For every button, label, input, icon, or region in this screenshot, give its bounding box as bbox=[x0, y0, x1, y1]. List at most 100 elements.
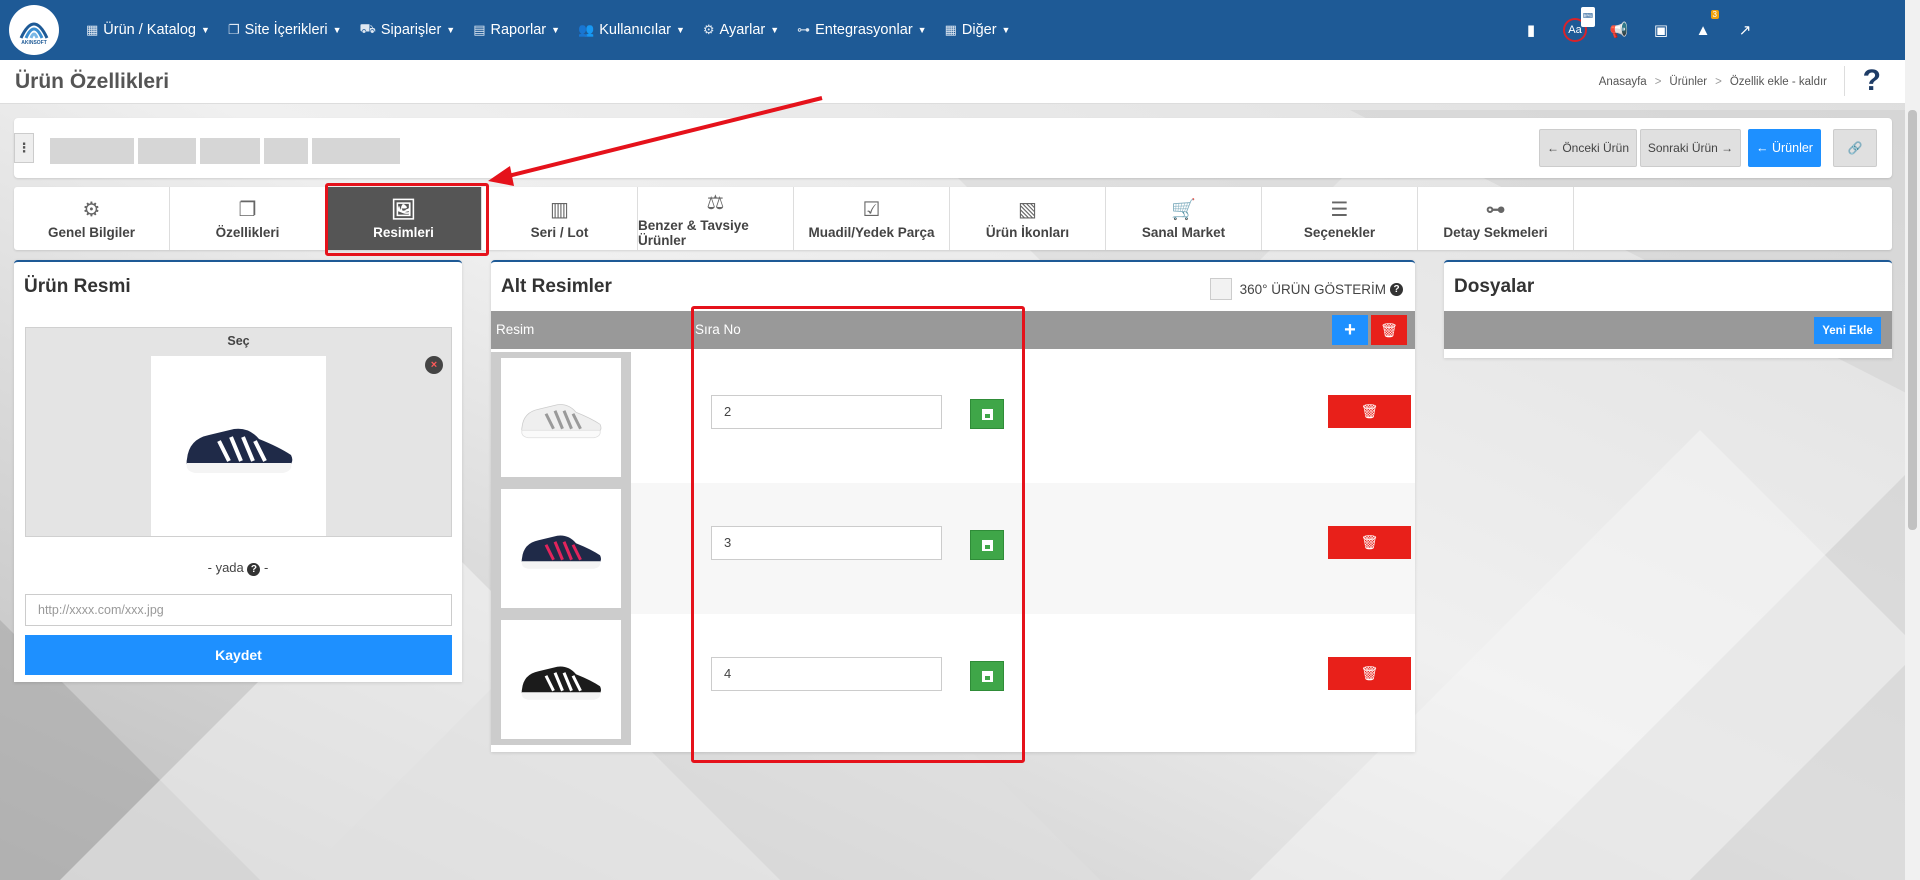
delete-image-button[interactable]: 🗑 bbox=[1328, 395, 1411, 428]
column-header-image: Resim bbox=[496, 322, 535, 337]
product-name-blurred bbox=[50, 138, 400, 164]
book-icon[interactable]: ▮ bbox=[1521, 21, 1541, 39]
divider bbox=[1844, 66, 1845, 96]
thumbnail-cell bbox=[491, 352, 631, 483]
tab-detay-sekmeleri[interactable]: ⊶ Detay Sekmeleri bbox=[1418, 187, 1574, 250]
add-image-button[interactable]: + bbox=[1332, 315, 1368, 345]
help-icon[interactable]: ? bbox=[1863, 64, 1881, 98]
360-view-toggle[interactable]: 360° ÜRÜN GÖSTERİM ? bbox=[1209, 278, 1403, 300]
file-chart-icon: ▤ bbox=[473, 22, 486, 37]
previous-product-button[interactable]: ← Önceki Ürün bbox=[1539, 129, 1637, 167]
menu-diger[interactable]: ▦ Diğer ▼ bbox=[945, 22, 1011, 38]
page-title-bar: Ürün Özellikleri Anasayfa > Ürünler > Öz… bbox=[0, 60, 1905, 104]
scrollbar-thumb[interactable] bbox=[1908, 110, 1917, 530]
menu-ayarlar[interactable]: ⚙ Ayarlar ▼ bbox=[703, 22, 779, 38]
logo-mark-icon bbox=[19, 22, 49, 39]
menu-siparisler[interactable]: ⛟ Siparişler ▼ bbox=[360, 21, 456, 39]
tab-seri-lot[interactable]: ▥ Seri / Lot bbox=[482, 187, 638, 250]
tab-genel-bilgiler[interactable]: ⚙ Genel Bilgiler bbox=[14, 187, 170, 250]
tab-sanal-market[interactable]: 🛒 Sanal Market bbox=[1106, 187, 1262, 250]
arrow-left-icon: ← bbox=[1756, 141, 1772, 155]
windows-icon[interactable]: ▣ bbox=[1651, 21, 1671, 39]
menu-site-icerikleri[interactable]: ❐ Site İçerikleri ▼ bbox=[228, 22, 342, 38]
image-url-input[interactable]: http://xxxx.com/xxx.jpg bbox=[25, 594, 452, 626]
highlight-box-tab bbox=[325, 183, 489, 256]
blurred-block bbox=[264, 138, 308, 164]
tab-secenekler[interactable]: ☰ Seçenekler bbox=[1262, 187, 1418, 250]
gears-icon: ⚙ bbox=[702, 22, 715, 37]
copy-icon: ❐ bbox=[227, 22, 240, 37]
menu-raporlar[interactable]: ▤ Raporlar ▼ bbox=[473, 22, 560, 38]
products-button[interactable]: ← Ürünler bbox=[1748, 129, 1821, 167]
file-image-icon: ▧ bbox=[1018, 199, 1037, 221]
caret-down-icon: ▼ bbox=[201, 25, 210, 35]
balance-icon: ⚖ bbox=[706, 191, 725, 214]
next-product-button[interactable]: Sonraki Ürün → bbox=[1640, 129, 1741, 167]
trash-icon: 🗑 bbox=[1360, 665, 1379, 681]
link-button[interactable]: 🔗 bbox=[1833, 129, 1877, 167]
sitemap-icon: ⊶ bbox=[1485, 199, 1506, 221]
arrow-left-icon: ← bbox=[1546, 141, 1563, 155]
question-icon[interactable]: ? bbox=[247, 563, 261, 576]
add-file-button[interactable]: Yeni Ekle bbox=[1814, 317, 1881, 344]
sub-image-thumbnail[interactable] bbox=[501, 358, 621, 477]
blurred-block bbox=[312, 138, 400, 164]
shoe-navy-image bbox=[186, 428, 292, 473]
select-label[interactable]: Seç bbox=[26, 334, 451, 348]
breadcrumb-home[interactable]: Anasayfa bbox=[1599, 76, 1647, 88]
users-icon: 👥 bbox=[578, 22, 595, 37]
alert-icon[interactable]: ▲ 3 bbox=[1693, 9, 1719, 39]
menu-entegrasyonlar[interactable]: ⊶ Entegrasyonlar ▼ bbox=[797, 22, 926, 38]
list-icon: ☰ bbox=[1330, 199, 1349, 221]
delete-all-button[interactable]: 🗑 bbox=[1371, 315, 1407, 345]
page-scrollbar[interactable] bbox=[1905, 0, 1920, 880]
trash-icon: 🗑 bbox=[1380, 321, 1398, 338]
trash-icon: 🗑 bbox=[1360, 534, 1379, 550]
blurred-block bbox=[50, 138, 134, 164]
caret-down-icon: ▼ bbox=[446, 25, 456, 35]
sitemap-icon: ⊶ bbox=[797, 22, 811, 37]
tab-ozellikleri[interactable]: ❐ Özellikleri bbox=[170, 187, 326, 250]
360-checkbox[interactable] bbox=[1209, 278, 1232, 300]
cart-icon: 🛒 bbox=[1171, 199, 1196, 221]
thumbnail-cell bbox=[491, 483, 631, 614]
external-edit-icon[interactable]: ↗ bbox=[1735, 21, 1755, 39]
sub-image-thumbnail[interactable] bbox=[501, 620, 621, 739]
card-title: Ürün Resmi bbox=[24, 276, 131, 297]
trash-icon: 🗑 bbox=[1360, 403, 1379, 419]
brand-logo[interactable]: AKINSOFT bbox=[9, 5, 59, 55]
image-dropzone[interactable]: Seç × bbox=[25, 327, 452, 537]
product-image-card: Ürün Resmi Seç × - yada ? - http://xxxx.… bbox=[14, 260, 462, 682]
delete-image-button[interactable]: 🗑 bbox=[1328, 657, 1411, 690]
shoe-black-image bbox=[521, 666, 601, 700]
caret-down-icon: ▼ bbox=[551, 25, 561, 35]
main-menu: ▦ Ürün / Katalog ▼ ❐ Site İçerikleri ▼ ⛟ Sipa… bbox=[86, 0, 1028, 60]
breadcrumb-products[interactable]: Ürünler bbox=[1669, 76, 1707, 88]
shoe-white-image bbox=[521, 404, 602, 439]
top-right-icons: ▮ Aa ⌨ 📢 ▣ ▲ 3 ↗ bbox=[1499, 0, 1755, 60]
tab-urun-ikonlari[interactable]: ▧ Ürün İkonları bbox=[950, 187, 1106, 250]
plus-icon: + bbox=[1344, 318, 1356, 341]
tab-benzer-tavsiye[interactable]: ⚖ Benzer & Tavsiye Ürünler bbox=[638, 187, 794, 250]
remove-image-button[interactable]: × bbox=[425, 356, 443, 374]
menu-urun-katalog[interactable]: ▦ Ürün / Katalog ▼ bbox=[86, 22, 210, 38]
blurred-block bbox=[200, 138, 260, 164]
tab-muadil-yedek[interactable]: ☑ Muadil/Yedek Parça bbox=[794, 187, 950, 250]
megaphone-icon[interactable]: 📢 bbox=[1609, 21, 1629, 39]
translate-icon[interactable]: Aa ⌨ bbox=[1563, 7, 1595, 42]
breadcrumb-separator: > bbox=[1715, 76, 1722, 88]
link-icon: 🔗 bbox=[1847, 141, 1863, 155]
product-tabs: ⚙ Genel Bilgiler ❐ Özellikleri 🖼 Resimleri … bbox=[14, 187, 1892, 250]
delete-image-button[interactable]: 🗑 bbox=[1328, 526, 1411, 559]
sub-image-thumbnail[interactable] bbox=[501, 489, 621, 608]
gears-icon: ⚙ bbox=[82, 199, 101, 221]
kebab-menu-icon[interactable]: ⋮ bbox=[14, 133, 34, 163]
question-icon[interactable]: ? bbox=[1390, 282, 1403, 296]
caret-down-icon: ▼ bbox=[1001, 25, 1011, 35]
blurred-block bbox=[138, 138, 196, 164]
breadcrumb-separator: > bbox=[1654, 76, 1662, 88]
files-card: Dosyalar Yeni Ekle bbox=[1444, 260, 1892, 358]
caret-down-icon: ▼ bbox=[917, 25, 927, 35]
save-button[interactable]: Kaydet bbox=[25, 635, 452, 675]
menu-kullanicilar[interactable]: 👥 Kullanıcılar ▼ bbox=[578, 22, 685, 38]
